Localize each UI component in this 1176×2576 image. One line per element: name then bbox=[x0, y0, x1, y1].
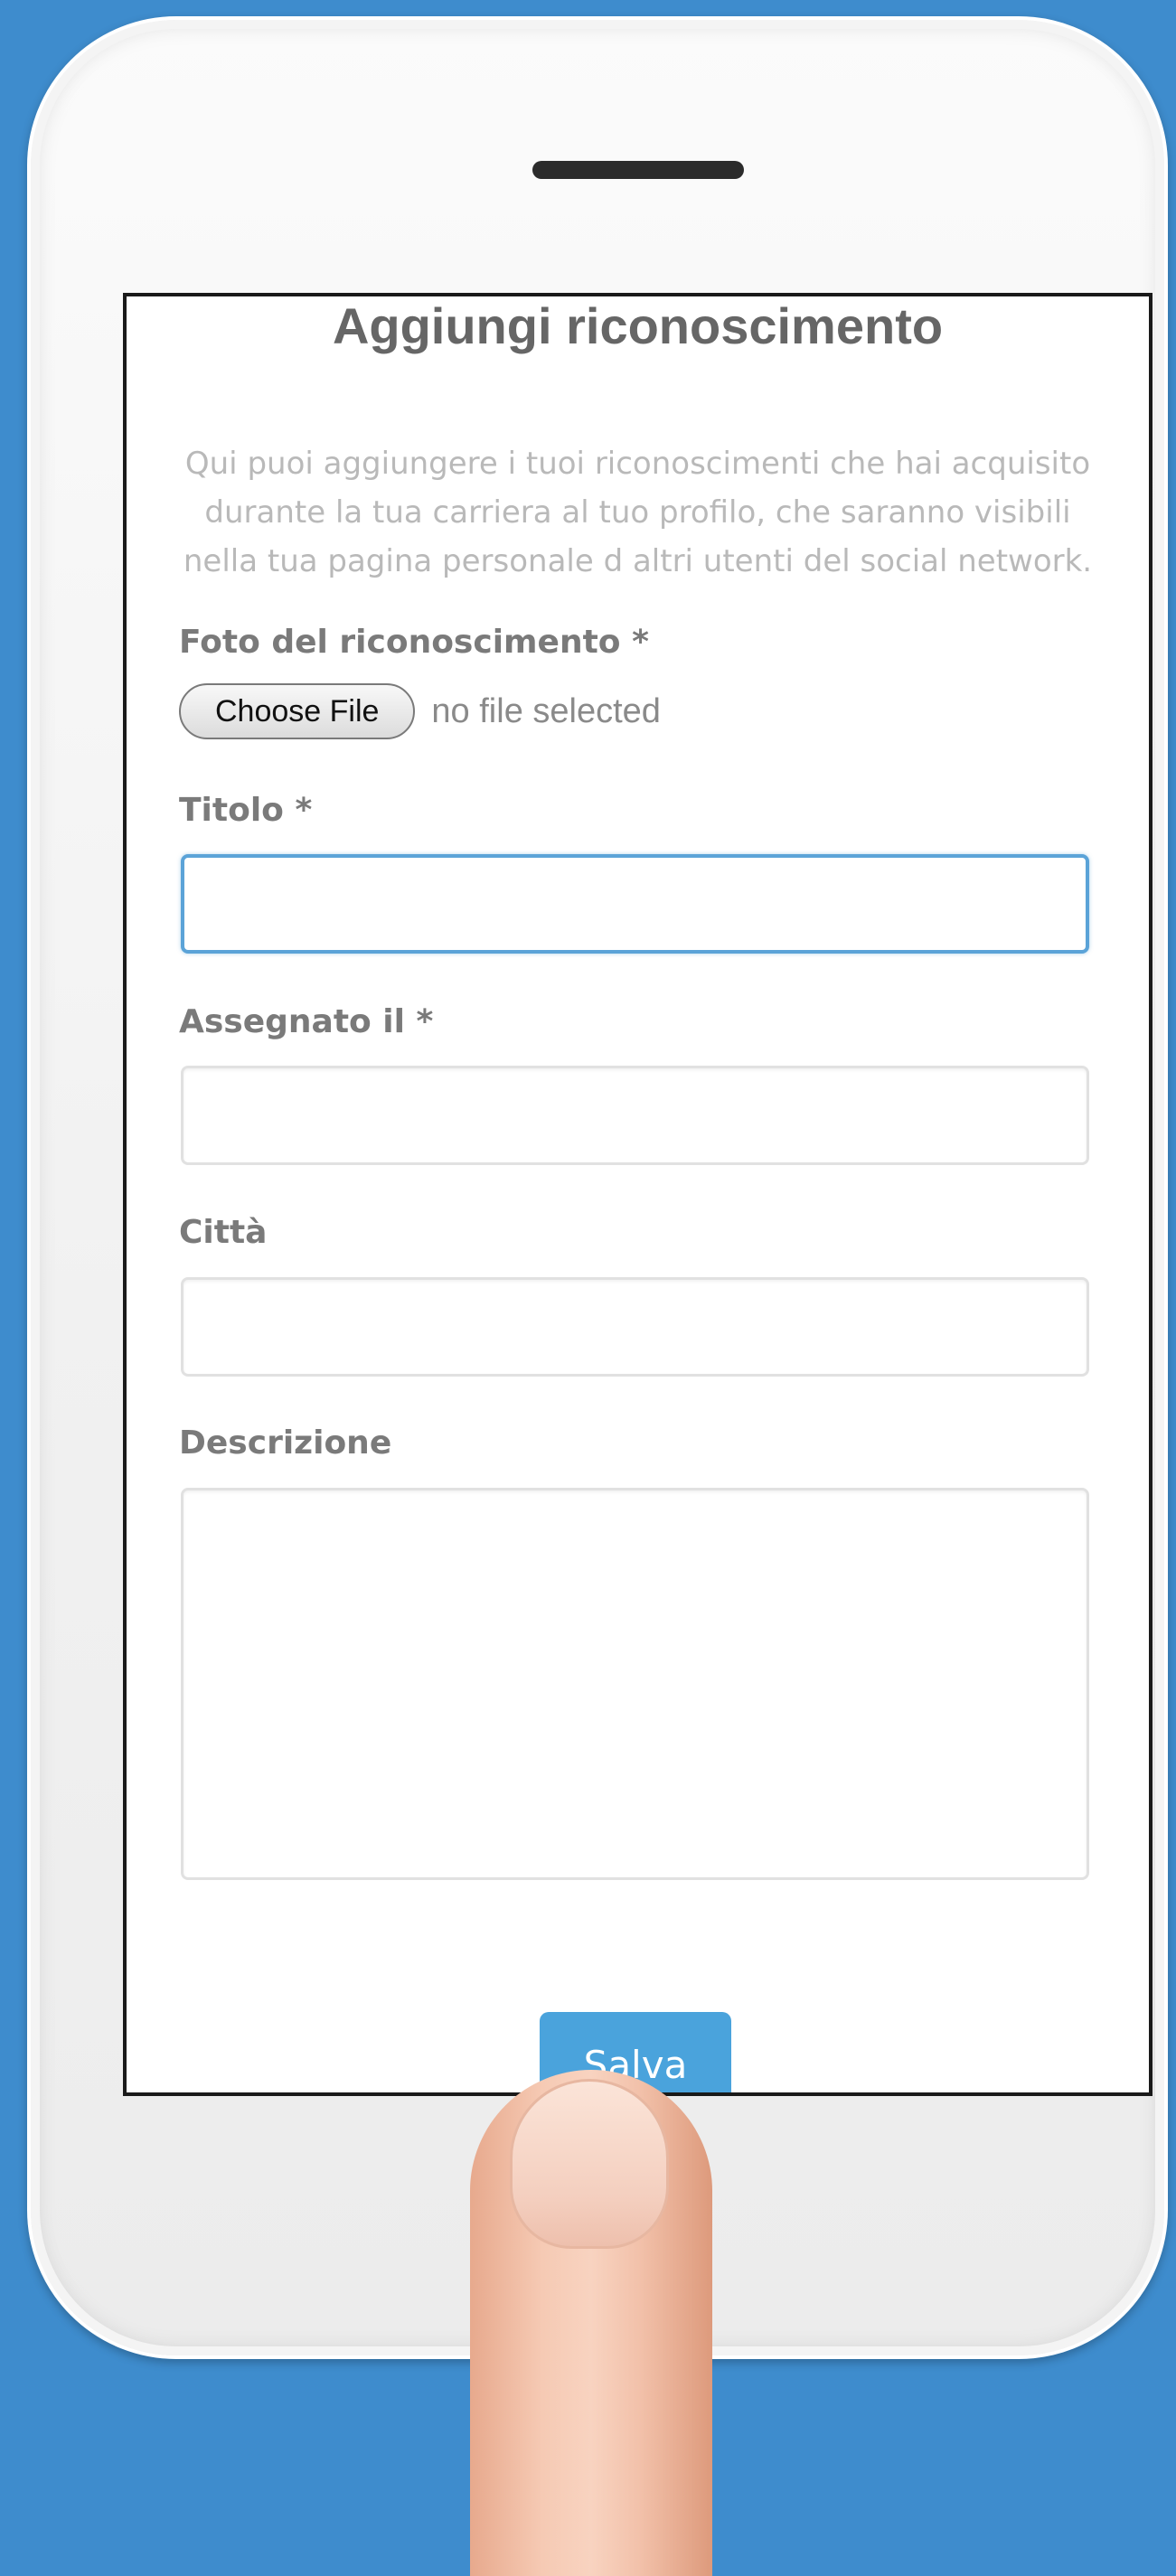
file-status: no file selected bbox=[431, 691, 661, 730]
city-label: Città bbox=[179, 1214, 268, 1251]
file-picker: Choose File no file selected bbox=[179, 683, 661, 739]
phone-frame: Aggiungi riconoscimento Qui puoi aggiung… bbox=[27, 16, 1168, 2359]
intro-text: Qui puoi aggiungere i tuoi riconosciment… bbox=[183, 446, 1093, 579]
form-content: Aggiungi riconoscimento Qui puoi aggiung… bbox=[127, 296, 1149, 2092]
city-input[interactable] bbox=[181, 1277, 1089, 1377]
assigned-date-input[interactable] bbox=[181, 1066, 1089, 1165]
title-label: Titolo * bbox=[179, 792, 313, 829]
photo-label: Foto del riconoscimento * bbox=[179, 624, 649, 661]
phone-speaker bbox=[532, 161, 744, 179]
choose-file-button[interactable]: Choose File bbox=[179, 683, 416, 739]
phone-screen: Aggiungi riconoscimento Qui puoi aggiung… bbox=[123, 293, 1152, 2096]
description-label: Descrizione bbox=[179, 1424, 392, 1462]
title-input[interactable] bbox=[181, 854, 1089, 954]
fingernail-image bbox=[510, 2079, 669, 2249]
description-textarea[interactable] bbox=[181, 1488, 1089, 1880]
assigned-date-label: Assegnato il * bbox=[179, 1003, 434, 1040]
page-title: Aggiungi riconoscimento bbox=[332, 297, 944, 354]
